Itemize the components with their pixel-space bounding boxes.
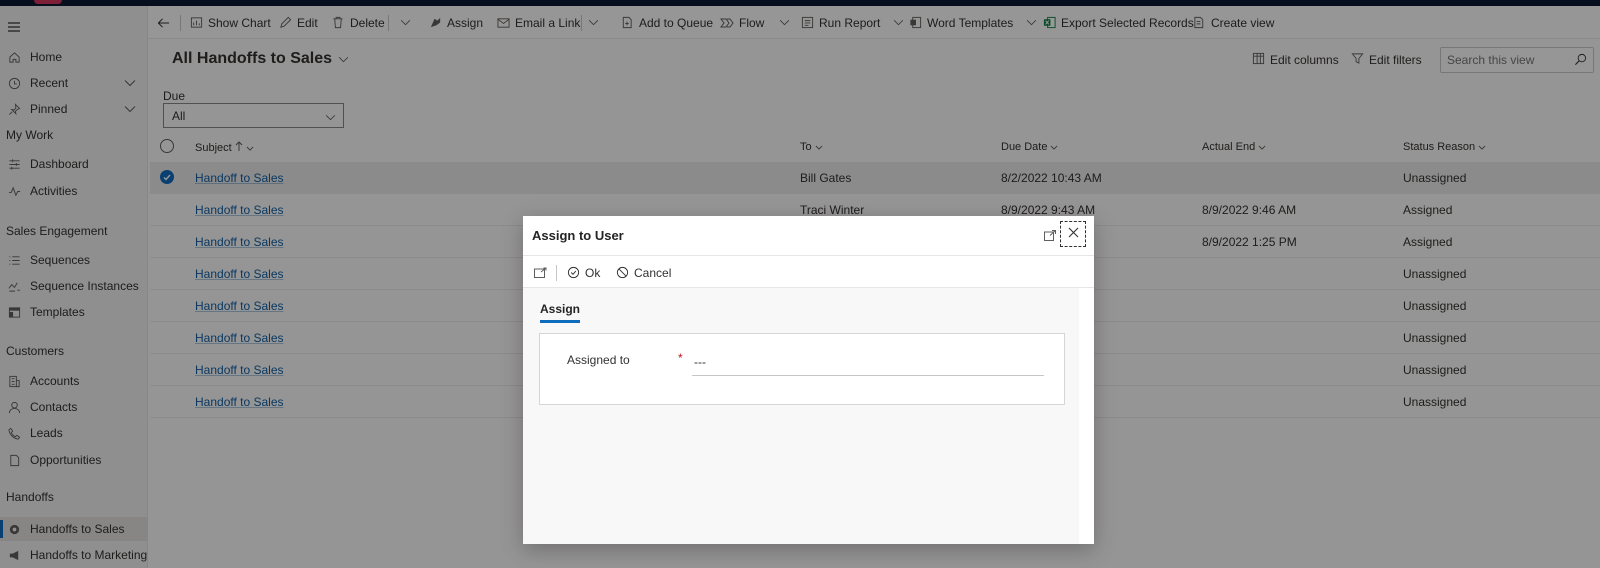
- cancel-button[interactable]: Cancel: [615, 256, 671, 289]
- assign-dialog: Assign to User Ok Cancel Assign Assigned…: [523, 216, 1094, 544]
- close-button[interactable]: [1060, 221, 1086, 247]
- pop-out-button[interactable]: [1043, 230, 1057, 244]
- assign-section: Assigned to *: [539, 333, 1065, 405]
- close-icon: [1068, 227, 1079, 241]
- pop-out-icon: [1044, 230, 1056, 244]
- required-indicator: *: [678, 351, 683, 365]
- open-record-button[interactable]: [533, 256, 547, 289]
- tab-assign[interactable]: Assign: [540, 302, 581, 323]
- assigned-to-lookup[interactable]: [692, 348, 1044, 376]
- cancel-label: Cancel: [634, 265, 672, 280]
- ok-button[interactable]: Ok: [566, 256, 600, 289]
- dialog-title: Assign to User: [532, 228, 624, 243]
- dialog-scrollbar[interactable]: [1079, 288, 1094, 544]
- open-window-icon: [533, 266, 547, 280]
- dialog-command-bar: Ok Cancel: [523, 255, 1094, 288]
- ok-label: Ok: [585, 265, 601, 280]
- check-circle-icon: [566, 266, 580, 280]
- divider: [556, 265, 557, 281]
- cancel-icon: [615, 266, 629, 280]
- dialog-body: Assign Assigned to *: [523, 288, 1079, 544]
- assigned-to-label: Assigned to: [567, 353, 630, 367]
